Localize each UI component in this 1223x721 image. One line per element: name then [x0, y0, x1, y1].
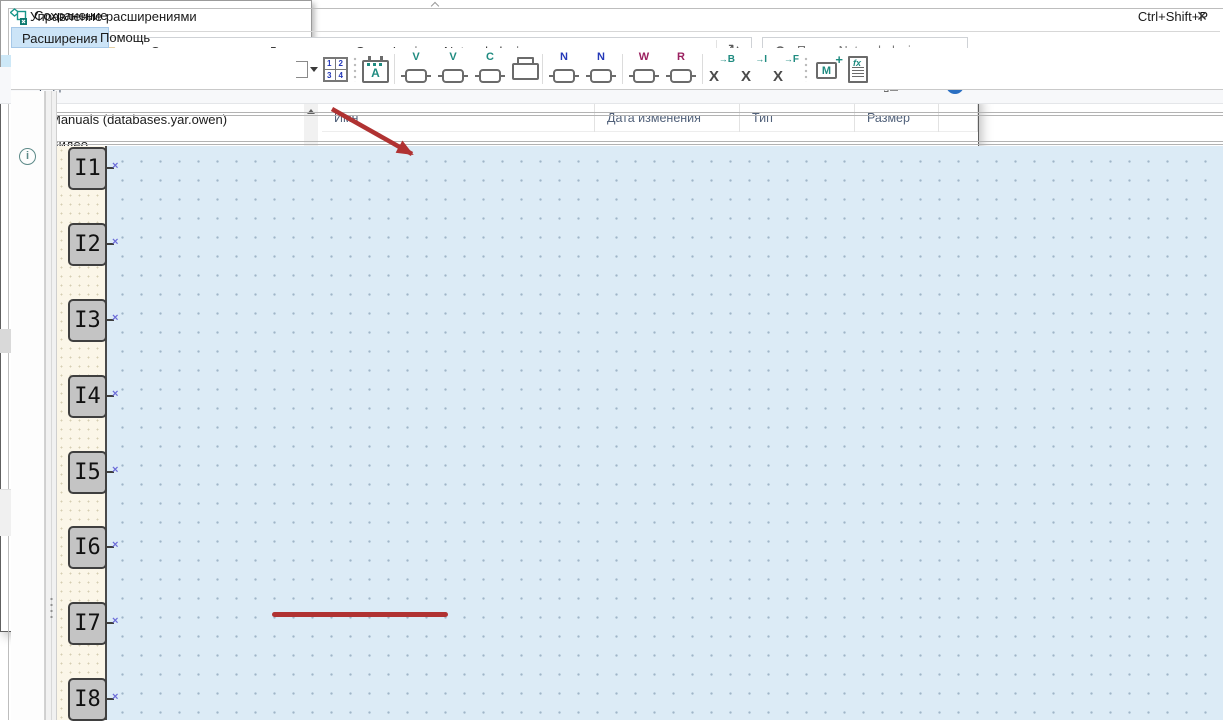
- input-block-i2[interactable]: I2: [68, 223, 107, 266]
- convert-arrow: →: [784, 54, 793, 64]
- grid-layout-button[interactable]: 1 2 3 4: [323, 57, 348, 82]
- workspace-line: [57, 144, 1223, 145]
- block-letter: N: [597, 51, 605, 63]
- stamp-button[interactable]: [511, 55, 537, 83]
- block-letter: V: [449, 51, 456, 63]
- convert-to-int-button[interactable]: X →I: [740, 53, 767, 85]
- annotation-underline: [272, 612, 448, 617]
- column-header-type[interactable]: Тип: [740, 104, 855, 132]
- block-shape-icon: [479, 69, 501, 83]
- file-list-header: Имя Дата изменения Тип Размер: [322, 104, 978, 132]
- panel-splitter[interactable]: [45, 91, 57, 720]
- block-letter: V: [412, 51, 419, 63]
- toolbar-partial-dropdown[interactable]: [296, 61, 318, 78]
- input-block-i7[interactable]: I7: [68, 602, 107, 645]
- connector-pin-icon[interactable]: ×: [112, 236, 124, 248]
- column-header-spacer: [939, 104, 978, 132]
- connector-pin-icon[interactable]: ×: [112, 388, 124, 400]
- main-toolbar: 1 2 3 4 A V V C N N: [11, 48, 1223, 90]
- convert-arrow: →: [755, 54, 764, 64]
- block-letter: R: [677, 51, 685, 63]
- toolbar-dotted-separator: [353, 56, 357, 82]
- block-shape-icon: [670, 69, 692, 83]
- connector-pin-icon[interactable]: ×: [112, 312, 124, 324]
- convert-base-letter: X: [709, 68, 719, 85]
- plus-icon: +: [835, 52, 843, 67]
- convert-base-letter: X: [741, 68, 751, 85]
- convert-target-letter: I: [764, 54, 767, 65]
- network-input-button[interactable]: N: [548, 52, 580, 86]
- block-shape-icon: [442, 69, 464, 83]
- connector-pin-icon[interactable]: ×: [112, 539, 124, 551]
- convert-arrow: →: [719, 54, 728, 64]
- write-variable-button[interactable]: W: [628, 52, 660, 86]
- close-icon[interactable]: ×: [1189, 4, 1215, 28]
- input-block-i3[interactable]: I3: [68, 299, 107, 342]
- input-block-i1[interactable]: I1: [68, 147, 107, 190]
- convert-to-float-button[interactable]: X →F: [772, 53, 799, 85]
- workspace-line: [57, 112, 1223, 113]
- block-shape-icon: [633, 69, 655, 83]
- column-header-size[interactable]: Размер: [855, 104, 939, 132]
- block-letter: C: [486, 51, 494, 63]
- toolbar-separator: [702, 54, 703, 84]
- grid-cell-1: 1: [327, 59, 331, 68]
- input-block-i8[interactable]: I8: [68, 678, 107, 721]
- toolbar-separator: [394, 54, 395, 84]
- add-macro-button[interactable]: M +: [813, 54, 843, 84]
- grid-cell-2: 2: [339, 59, 343, 68]
- input-block-i6[interactable]: I6: [68, 526, 107, 569]
- convert-target-letter: B: [728, 54, 735, 65]
- rename-letter: A: [371, 66, 380, 80]
- connector-pin-icon[interactable]: ×: [112, 615, 124, 627]
- input-block-i4[interactable]: I4: [68, 375, 107, 418]
- workspace-line: [57, 141, 1223, 142]
- network-output-button[interactable]: N: [585, 52, 617, 86]
- block-shape-icon: [590, 69, 612, 83]
- read-variable-button[interactable]: R: [665, 52, 697, 86]
- block-letter: N: [560, 51, 568, 63]
- toolbar-separator: [622, 54, 623, 84]
- fx-letters: fx: [853, 58, 861, 68]
- scheme-canvas[interactable]: [107, 146, 1223, 720]
- splitter-grip-icon: [50, 596, 53, 618]
- partial-button-icon: [296, 61, 308, 78]
- formula-button[interactable]: fx: [848, 56, 868, 83]
- column-header-date[interactable]: Дата изменения: [595, 104, 740, 132]
- block-shape-icon: [405, 69, 427, 83]
- grid-cell-3: 3: [327, 71, 331, 80]
- left-panel: i: [11, 91, 45, 720]
- menu-tab-help[interactable]: Помощь: [90, 27, 160, 48]
- input-variable-button[interactable]: V: [400, 52, 432, 86]
- macro-letter: M: [816, 62, 837, 79]
- info-icon[interactable]: i: [19, 148, 36, 165]
- connector-pin-icon[interactable]: ×: [112, 464, 124, 476]
- dialog-titlebar: Сохранение ×: [0, 0, 1223, 34]
- block-shape-icon: [553, 69, 575, 83]
- toolbar-separator: [542, 54, 543, 84]
- convert-to-bool-button[interactable]: X →B: [708, 53, 735, 85]
- input-block-i5[interactable]: I5: [68, 451, 107, 494]
- block-letter: W: [639, 51, 649, 63]
- workspace-line: [57, 115, 1223, 116]
- connector-pin-icon[interactable]: ×: [112, 691, 124, 703]
- grid-cell-4: 4: [339, 71, 343, 80]
- convert-base-letter: X: [773, 68, 783, 85]
- constant-button[interactable]: C: [474, 52, 506, 86]
- connector-pin-icon[interactable]: ×: [112, 160, 124, 172]
- rename-button[interactable]: A: [362, 60, 389, 83]
- toolbar-dotted-separator: [804, 56, 808, 82]
- dropdown-arrow-icon: [310, 67, 318, 72]
- output-variable-button[interactable]: V: [437, 52, 469, 86]
- owen-logic-icon: [10, 8, 28, 26]
- convert-target-letter: F: [793, 54, 799, 65]
- column-header-name[interactable]: Имя: [322, 104, 595, 132]
